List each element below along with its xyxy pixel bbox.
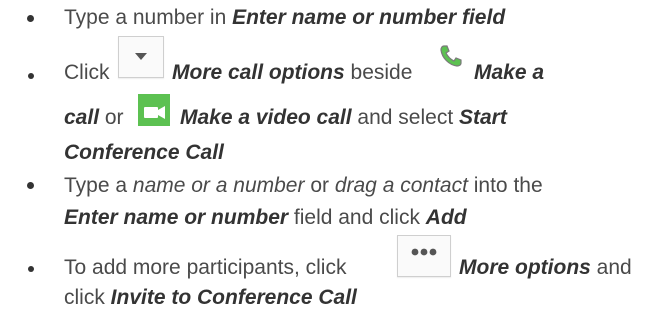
instruction-line: Click xyxy=(64,61,110,84)
instruction-line: Type a name or a number or drag a contac… xyxy=(64,174,543,197)
instruction-line: Conference Call xyxy=(64,141,224,164)
field-name: Enter name or number field xyxy=(232,6,506,29)
instruction-line: call or xyxy=(64,106,124,129)
more-options-button[interactable] xyxy=(397,235,451,277)
bullet xyxy=(28,266,34,272)
make-call-button[interactable] xyxy=(436,41,466,71)
more-call-options-button[interactable] xyxy=(118,36,164,78)
bullet xyxy=(27,182,34,189)
instruction-line: Make a video call and select Start xyxy=(180,106,507,129)
instruction-line: Type a number in Enter name or number fi… xyxy=(64,6,506,29)
instruction-line: Enter name or number field and click Add xyxy=(64,206,467,229)
video-camera-icon xyxy=(138,94,170,126)
phone-icon xyxy=(436,41,466,71)
instruction-line: To add more participants, click xyxy=(64,256,347,279)
make-video-call-button[interactable] xyxy=(138,94,170,126)
instruction-line: More options and xyxy=(459,256,632,279)
chevron-down-icon xyxy=(135,53,147,60)
bullet xyxy=(27,15,34,22)
instruction-line: click Invite to Conference Call xyxy=(64,286,357,309)
instruction-line: Make a xyxy=(474,61,545,84)
instruction-line: More call options beside xyxy=(172,61,413,84)
bullet xyxy=(28,73,34,79)
ellipsis-icon xyxy=(411,248,437,256)
